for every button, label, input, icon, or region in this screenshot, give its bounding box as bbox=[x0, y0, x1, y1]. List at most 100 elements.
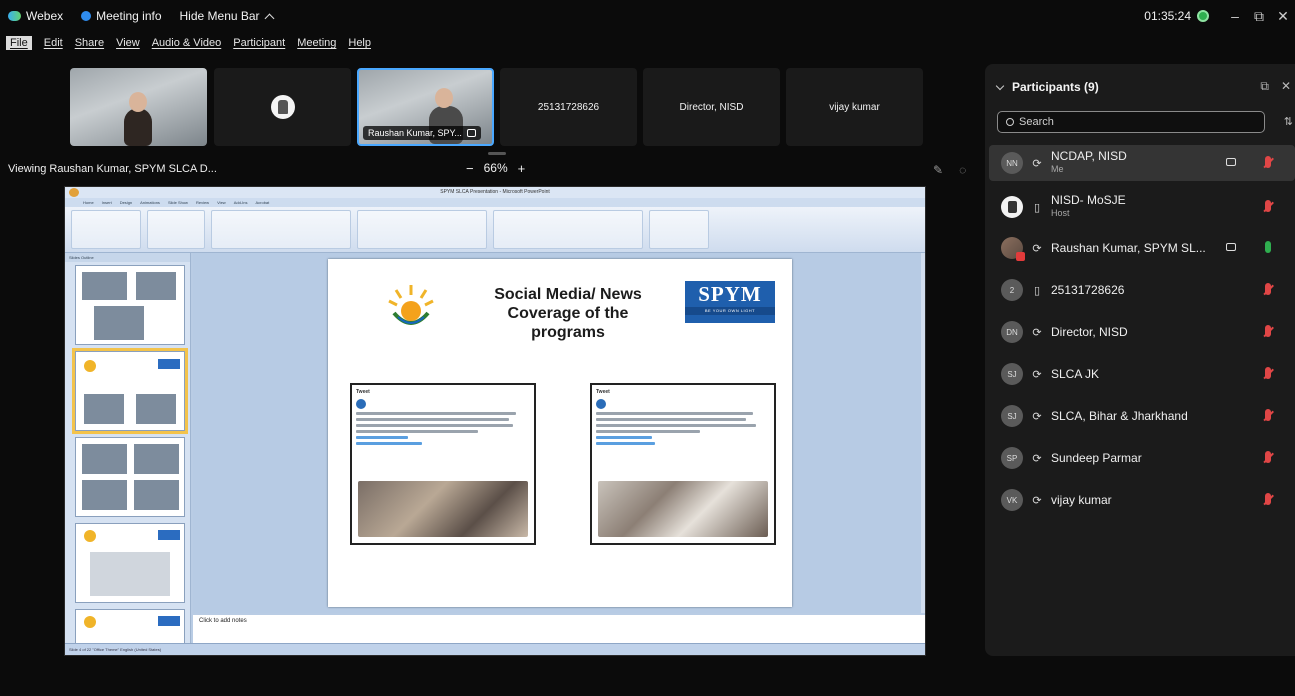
search-icon bbox=[1006, 118, 1014, 126]
menu-file[interactable]: File bbox=[6, 36, 32, 50]
participant-name: Director, NISD bbox=[1051, 325, 1128, 339]
menu-edit[interactable]: Edit bbox=[44, 37, 63, 49]
slide-scrollbar bbox=[921, 253, 925, 613]
panel-actions: ⧉ ✕ bbox=[1260, 79, 1291, 94]
strip-resize-handle[interactable] bbox=[488, 152, 506, 155]
chevron-up-icon bbox=[264, 13, 275, 23]
twitter-avatar-icon bbox=[596, 399, 606, 409]
meeting-info-label: Meeting info bbox=[96, 9, 162, 23]
ppt-ribbon bbox=[65, 207, 925, 253]
menu-participant[interactable]: Participant bbox=[233, 37, 285, 49]
participants-title: Participants (9) bbox=[1012, 80, 1099, 94]
avatar: SJ bbox=[1001, 405, 1023, 427]
meeting-info-button[interactable]: Meeting info bbox=[81, 9, 162, 23]
ppt-tab: Slide Show bbox=[167, 200, 188, 205]
request-control-icon[interactable]: ◌ bbox=[959, 163, 966, 177]
participant-row[interactable]: SP ⟳ Sundeep Parmar bbox=[989, 440, 1295, 476]
spym-logo-text: SPYM bbox=[698, 282, 762, 306]
participants-header[interactable]: Participants (9) bbox=[995, 80, 1099, 94]
close-panel-icon[interactable]: ✕ bbox=[1281, 79, 1291, 94]
menu-meeting[interactable]: Meeting bbox=[297, 37, 336, 49]
muted-mic-icon[interactable] bbox=[1265, 493, 1271, 505]
participant-row[interactable]: ▯ NISD- MoSJE Host bbox=[989, 189, 1295, 225]
participant-row[interactable]: SJ ⟳ SLCA JK bbox=[989, 356, 1295, 392]
participant-search-input[interactable]: Search bbox=[997, 111, 1265, 133]
menu-help[interactable]: Help bbox=[348, 37, 371, 49]
video-tile-director[interactable]: Director, NISD bbox=[643, 68, 780, 146]
muted-mic-icon[interactable] bbox=[1265, 409, 1271, 421]
tweet-screenshot-right: Tweet bbox=[590, 383, 776, 545]
participant-row[interactable]: ⟳ Raushan Kumar, SPYM SL... bbox=[989, 230, 1295, 266]
video-tile-phone[interactable]: 25131728626 bbox=[500, 68, 637, 146]
window-controls: 01:35:24 – ⧉ ✕ bbox=[1144, 0, 1295, 32]
title-bar: Webex Meeting info Hide Menu Bar bbox=[0, 0, 1295, 32]
sun-logo-icon bbox=[388, 285, 434, 325]
hide-menu-bar-button[interactable]: Hide Menu Bar bbox=[179, 9, 275, 23]
tweet-classroom-photo bbox=[598, 481, 768, 537]
participant-row[interactable]: NN ⟳ NCDAP, NISD Me bbox=[989, 145, 1295, 181]
muted-mic-icon[interactable] bbox=[1265, 200, 1271, 212]
avatar bbox=[1001, 196, 1023, 218]
info-icon bbox=[81, 11, 92, 21]
tweet-header: Tweet bbox=[356, 389, 370, 395]
zoom-level[interactable]: 66% bbox=[484, 161, 508, 176]
webex-logo-icon bbox=[8, 11, 21, 21]
ppt-status-bar: Slide 4 of 22 "Office Theme" English (Un… bbox=[65, 643, 925, 655]
avatar: 2 bbox=[1001, 279, 1023, 301]
unmuted-mic-icon[interactable] bbox=[1265, 241, 1271, 253]
muted-mic-icon[interactable] bbox=[1265, 325, 1271, 337]
participant-row[interactable]: SJ ⟳ SLCA, Bihar & Jharkhand bbox=[989, 398, 1295, 434]
video-tile-vijay[interactable]: vijay kumar bbox=[786, 68, 923, 146]
hide-menu-label: Hide Menu Bar bbox=[179, 9, 260, 23]
current-slide: Social Media/ News Coverage of the progr… bbox=[328, 259, 792, 607]
participant-row[interactable]: 2 ▯ 25131728626 bbox=[989, 272, 1295, 308]
participant-name: Raushan Kumar, SPYM SL... bbox=[1051, 241, 1206, 255]
participant-row[interactable]: DN ⟳ Director, NISD bbox=[989, 314, 1295, 350]
menu-view[interactable]: View bbox=[116, 37, 140, 49]
participant-row[interactable]: VK ⟳ vijay kumar bbox=[989, 482, 1295, 518]
participant-role: Host bbox=[1051, 208, 1070, 218]
connection-status-icon[interactable] bbox=[1197, 10, 1209, 22]
restore-button[interactable]: ⧉ bbox=[1247, 8, 1271, 25]
video-tile-host[interactable] bbox=[214, 68, 351, 146]
slide-thumbnail bbox=[75, 265, 185, 345]
ppt-tab: Acrobat bbox=[255, 200, 270, 205]
video-tile-name: Director, NISD bbox=[679, 101, 744, 113]
minimize-button[interactable]: – bbox=[1223, 8, 1247, 24]
chevron-down-icon bbox=[995, 81, 1005, 90]
muted-mic-icon[interactable] bbox=[1265, 367, 1271, 379]
video-tile-active-speaker[interactable]: Raushan Kumar, SPY... bbox=[357, 68, 494, 146]
ppt-tab: Animations bbox=[140, 200, 160, 205]
annotate-pen-icon[interactable]: ✎ bbox=[933, 163, 943, 177]
thumbnail-tabs: Slides Outline bbox=[65, 253, 190, 262]
menu-audio-video[interactable]: Audio & Video bbox=[152, 37, 222, 49]
avatar: SP bbox=[1001, 447, 1023, 469]
pop-out-icon[interactable]: ⧉ bbox=[1260, 79, 1269, 94]
ppt-tab: View bbox=[217, 200, 226, 205]
muted-mic-icon[interactable] bbox=[1265, 451, 1271, 463]
muted-mic-icon[interactable] bbox=[1265, 283, 1271, 295]
office-button-icon bbox=[69, 188, 79, 197]
sort-icon[interactable]: ⇅ bbox=[1284, 115, 1293, 128]
notes-pane: Click to add notes bbox=[193, 615, 925, 643]
phone-audio-icon: ▯ bbox=[1033, 284, 1041, 297]
muted-mic-icon[interactable] bbox=[1265, 156, 1271, 168]
active-speaker-name: Raushan Kumar, SPY... bbox=[368, 128, 462, 138]
participant-video-head bbox=[129, 92, 147, 112]
search-placeholder: Search bbox=[1019, 116, 1054, 128]
menu-share[interactable]: Share bbox=[75, 37, 104, 49]
video-tile-self[interactable] bbox=[70, 68, 207, 146]
video-tile-name: 25131728626 bbox=[537, 101, 600, 113]
webex-app-label[interactable]: Webex bbox=[8, 9, 63, 23]
computer-audio-icon: ⟳ bbox=[1032, 368, 1042, 381]
computer-audio-icon: ⟳ bbox=[1032, 157, 1042, 170]
zoom-out-button[interactable]: − bbox=[466, 161, 474, 176]
ppt-workspace: Slides Outline Social Media/ News Covera… bbox=[65, 253, 925, 649]
zoom-controls: − 66% + bbox=[466, 161, 525, 176]
ribbon-group-paragraph bbox=[357, 210, 487, 249]
slide-editing-area: Social Media/ News Coverage of the progr… bbox=[193, 253, 925, 613]
close-button[interactable]: ✕ bbox=[1271, 8, 1295, 25]
meeting-timer: 01:35:24 bbox=[1144, 9, 1191, 23]
ribbon-group-clipboard bbox=[71, 210, 141, 249]
zoom-in-button[interactable]: + bbox=[518, 161, 526, 176]
